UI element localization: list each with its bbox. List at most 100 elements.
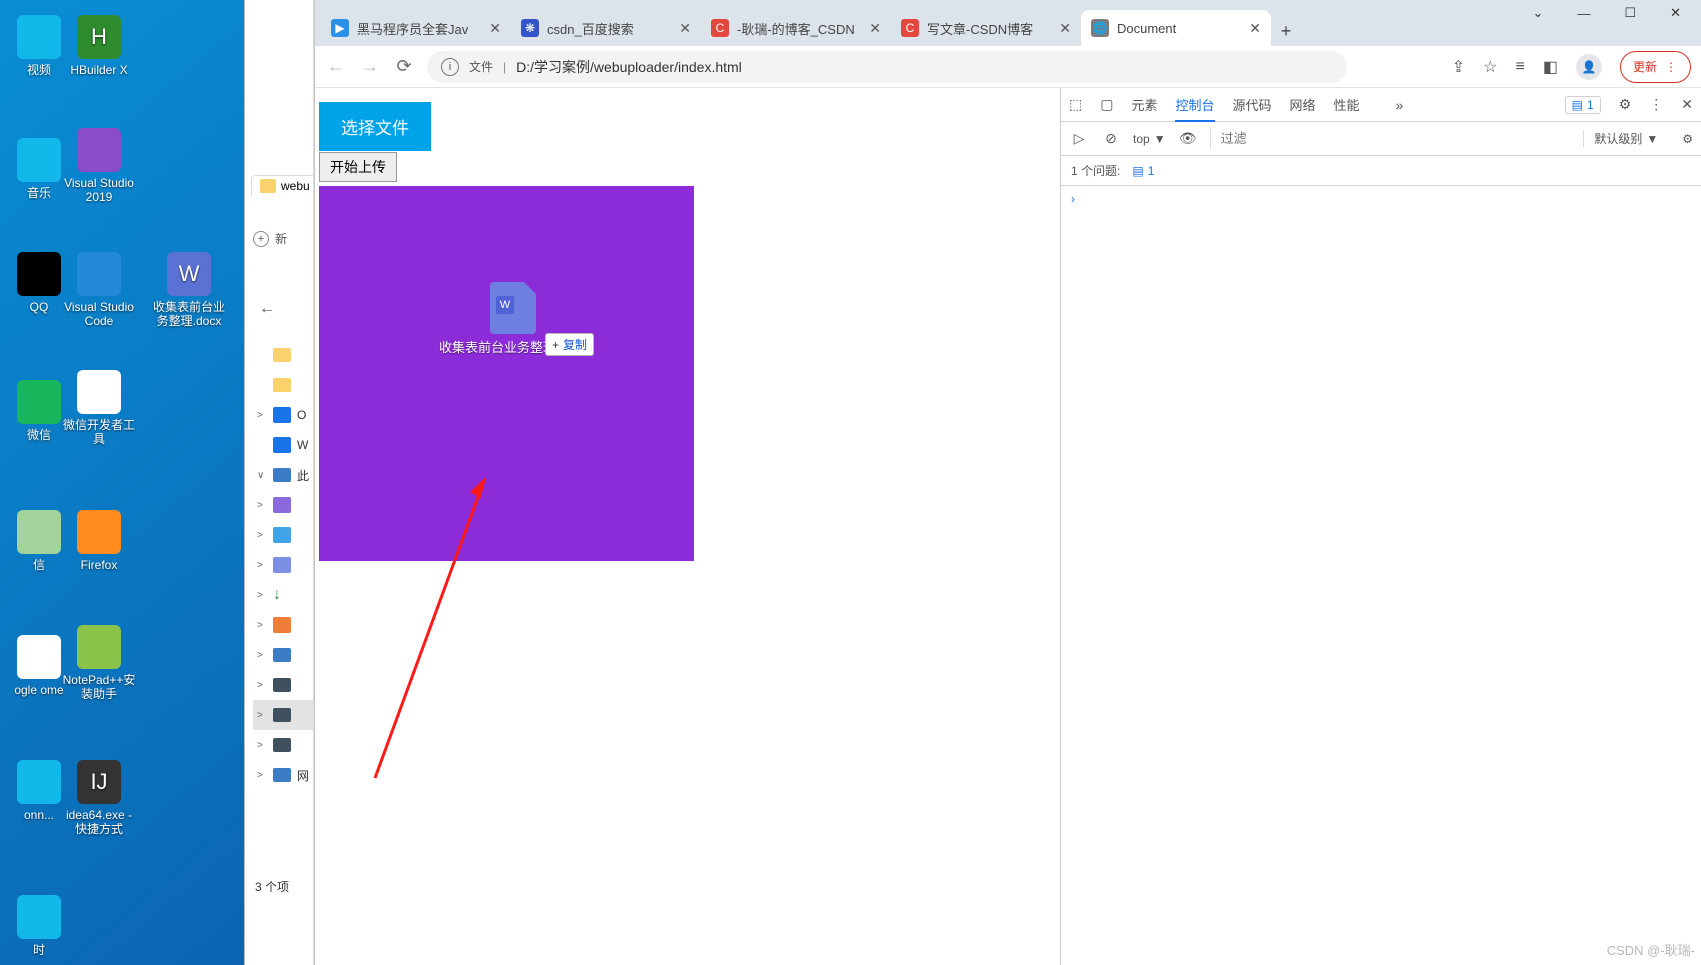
share-icon[interactable]: ⇪: [1452, 57, 1465, 77]
desktop-icon[interactable]: 时: [0, 895, 78, 957]
app-icon: [17, 635, 61, 679]
chevron-icon: >: [257, 740, 267, 751]
explorer-status: 3 个项: [255, 878, 289, 895]
explorer-tree-item[interactable]: >: [253, 490, 313, 520]
update-button[interactable]: 更新 ⋮: [1620, 51, 1691, 83]
select-file-button[interactable]: 选择文件: [319, 102, 431, 151]
devtools-close-icon[interactable]: ✕: [1681, 96, 1693, 113]
live-expression-icon[interactable]: 👁: [1178, 130, 1198, 147]
start-upload-button[interactable]: 开始上传: [319, 152, 397, 182]
console-clear-icon[interactable]: ⊘: [1101, 130, 1121, 147]
tree-icon: [273, 557, 291, 573]
desktop-icon-label: onn...: [24, 808, 54, 822]
explorer-tree-item[interactable]: [253, 370, 313, 400]
devtools-tab[interactable]: 源代码: [1233, 91, 1272, 120]
devtools-settings-icon[interactable]: ⚙: [1619, 96, 1632, 113]
app-icon: [77, 252, 121, 296]
explorer-tree-item[interactable]: >: [253, 730, 313, 760]
explorer-back-icon[interactable]: ←: [259, 300, 275, 318]
devtools-tab[interactable]: 控制台: [1175, 91, 1214, 122]
desktop-icon[interactable]: NotePad++安装助手: [60, 625, 138, 701]
devtools-issue-badge[interactable]: ▤ 1: [1565, 96, 1601, 114]
explorer-tree-item[interactable]: >: [253, 520, 313, 550]
browser-tab[interactable]: 🌐Document✕: [1081, 10, 1271, 46]
window-close-icon[interactable]: ✕: [1670, 5, 1681, 21]
tab-close-icon[interactable]: ✕: [869, 20, 881, 37]
explorer-tree-item[interactable]: >: [253, 700, 313, 730]
site-info-icon[interactable]: i: [441, 58, 459, 76]
favicon: ❋: [521, 19, 539, 37]
console-filter-input[interactable]: [1210, 129, 1480, 149]
plus-icon: +: [552, 338, 559, 352]
explorer-tree-item[interactable]: >: [253, 640, 313, 670]
chevron-icon: >: [257, 650, 267, 661]
explorer-tree-item[interactable]: ∨此: [253, 460, 313, 490]
chevron-icon: >: [257, 500, 267, 511]
explorer-tree-item[interactable]: [253, 340, 313, 370]
window-minimize-icon[interactable]: —: [1577, 6, 1590, 21]
devtools-more-tabs[interactable]: »: [1396, 97, 1404, 113]
tab-close-icon[interactable]: ✕: [679, 20, 691, 37]
tab-close-icon[interactable]: ✕: [1249, 20, 1261, 37]
console-body[interactable]: ›: [1061, 186, 1701, 965]
tree-icon: [273, 527, 291, 543]
log-level-selector[interactable]: 默认级别▼: [1583, 130, 1658, 147]
desktop-icon-label: 微信: [27, 428, 51, 442]
chevron-icon: >: [257, 680, 267, 691]
app-icon: [17, 15, 61, 59]
devtools-menu-icon[interactable]: ⋮: [1649, 96, 1663, 113]
tab-title: csdn_百度搜索: [547, 19, 671, 38]
tab-title: Document: [1117, 21, 1241, 36]
browser-tab[interactable]: C-耿瑞-的博客_CSDN✕: [701, 10, 891, 46]
window-dropdown-icon[interactable]: ⌄: [1533, 5, 1544, 21]
tab-close-icon[interactable]: ✕: [1059, 20, 1071, 37]
devtools-tab[interactable]: 网络: [1290, 91, 1316, 120]
desktop-icon[interactable]: HHBuilder X: [60, 15, 138, 77]
nav-forward-icon[interactable]: →: [359, 56, 381, 77]
console-issues-bar: 1 个问题: ▤ 1: [1061, 156, 1701, 186]
explorer-tab[interactable]: webu: [251, 175, 314, 196]
devtools-tab[interactable]: 元素: [1131, 91, 1157, 120]
explorer-tree-item[interactable]: >↓: [253, 580, 313, 610]
explorer-new[interactable]: + 新: [253, 230, 287, 247]
browser-tab[interactable]: C写文章-CSDN博客✕: [891, 10, 1081, 46]
folder-icon: [260, 179, 276, 193]
console-sidebar-toggle-icon[interactable]: ▷: [1069, 130, 1089, 147]
nav-reload-icon[interactable]: ⟳: [393, 56, 415, 77]
window-maximize-icon[interactable]: ☐: [1624, 5, 1636, 21]
issues-count-badge[interactable]: ▤ 1: [1132, 164, 1154, 178]
chevron-icon: ∨: [257, 470, 267, 481]
device-toggle-icon[interactable]: ▢: [1100, 96, 1113, 113]
console-settings-icon[interactable]: ⚙: [1682, 132, 1693, 146]
desktop-icon[interactable]: 微信开发者工具: [60, 370, 138, 446]
inspect-element-icon[interactable]: ⬚: [1069, 96, 1082, 113]
side-panel-icon[interactable]: ◧: [1543, 57, 1558, 77]
context-selector[interactable]: top▼: [1133, 132, 1166, 146]
desktop-icon[interactable]: W收集表前台业务整理.docx: [150, 252, 228, 328]
desktop-icon-label: Firefox: [81, 558, 118, 572]
browser-tab[interactable]: ❋ csdn_百度搜索 ✕: [511, 10, 701, 46]
desktop-icon[interactable]: Visual Studio 2019: [60, 128, 138, 204]
desktop-icon[interactable]: Visual Studio Code: [60, 252, 138, 328]
explorer-tree-item[interactable]: >网: [253, 760, 313, 790]
reading-list-icon[interactable]: ≡: [1516, 58, 1525, 76]
chevron-icon: >: [257, 560, 267, 571]
profile-avatar[interactable]: 👤: [1576, 54, 1602, 80]
app-icon: [17, 895, 61, 939]
omnibox[interactable]: i 文件 | D:/学习案例/webuploader/index.html: [427, 51, 1347, 83]
tab-close-icon[interactable]: ✕: [489, 20, 501, 37]
desktop-icon[interactable]: IJidea64.exe - 快捷方式: [60, 760, 138, 836]
browser-tab[interactable]: ▶黑马程序员全套Jav✕: [321, 10, 511, 46]
explorer-tree-item[interactable]: >: [253, 610, 313, 640]
explorer-tree-item[interactable]: >O: [253, 400, 313, 430]
devtools-tab[interactable]: 性能: [1334, 91, 1360, 120]
toolbar-right: ⇪ ☆ ≡ ◧ 👤 更新 ⋮: [1452, 51, 1691, 83]
desktop-icon[interactable]: Firefox: [60, 510, 138, 572]
explorer-tree-item[interactable]: W: [253, 430, 313, 460]
new-tab-button[interactable]: +: [1271, 16, 1301, 46]
bookmark-star-icon[interactable]: ☆: [1483, 57, 1497, 77]
explorer-tree-item[interactable]: >: [253, 550, 313, 580]
explorer-tree-item[interactable]: >: [253, 670, 313, 700]
nav-back-icon[interactable]: ←: [325, 56, 347, 77]
tree-label: O: [297, 408, 306, 422]
